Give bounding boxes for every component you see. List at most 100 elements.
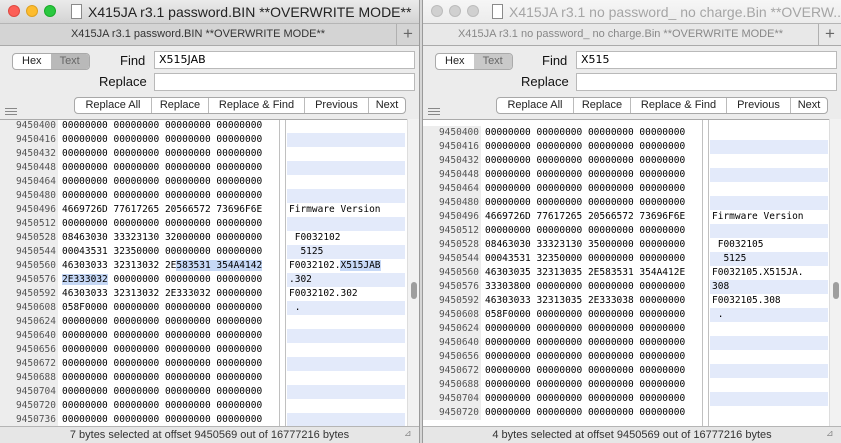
hex-view[interactable]: 9450400 00000000 00000000 00000000 000000… [423,119,829,426]
hex-row[interactable]: 9450672 00000000 00000000 00000000 000000… [423,364,829,378]
hex-bytes[interactable]: 00000000 00000000 00000000 00000000 [62,120,262,133]
vertical-scrollbar[interactable] [407,119,419,426]
find-input[interactable]: X515 [576,51,837,69]
find-input[interactable]: X515JAB [154,51,415,69]
replace-all-button[interactable]: Replace All [497,98,574,113]
ascii-selected[interactable]: X515JAB [340,260,381,271]
next-button[interactable]: Next [369,98,405,113]
hex-row[interactable]: 9450528 08463030 33323130 35000000 000000… [423,238,829,252]
minimize-button[interactable] [26,5,38,17]
hex-row[interactable]: 9450608 058F0000 00000000 00000000 000000… [423,308,829,322]
hex-bytes[interactable]: 00000000 00000000 00000000 00000000 [485,322,685,336]
hex-row[interactable]: 9450448 00000000 00000000 00000000 000000… [0,161,407,175]
replace-all-button[interactable]: Replace All [75,98,152,113]
hex-row[interactable]: 9450464 00000000 00000000 00000000 000000… [0,175,407,189]
hex-row[interactable]: 9450592 46303033 32313032 2E333032 000000… [0,287,407,301]
close-button[interactable] [431,5,443,17]
hex-row[interactable]: 9450720 00000000 00000000 00000000 000000… [0,399,407,413]
hex-row[interactable]: 9450400 00000000 00000000 00000000 000000… [423,126,829,140]
mode-hex-button[interactable]: Hex [436,54,474,69]
menu-lines-icon[interactable] [5,108,17,115]
ascii-text[interactable]: F0032105.308 [712,294,781,308]
hex-bytes[interactable]: 00000000 00000000 00000000 00000000 [62,133,262,147]
hex-row[interactable]: 9450672 00000000 00000000 00000000 000000… [0,357,407,371]
hex-row[interactable]: 9450432 00000000 00000000 00000000 000000… [0,147,407,161]
hex-bytes[interactable]: 00000000 00000000 00000000 00000000 [485,336,685,350]
hex-row[interactable]: 9450640 00000000 00000000 00000000 000000… [0,329,407,343]
hex-bytes[interactable]: 00000000 00000000 00000000 00000000 [62,385,262,399]
hex-bytes[interactable]: 00000000 00000000 00000000 00000000 [62,329,262,343]
scrollbar-thumb[interactable] [833,282,839,299]
hex-row[interactable]: 9450576 2E333032 00000000 00000000 000000… [0,273,407,287]
hex-bytes[interactable]: 00000000 00000000 00000000 00000000 [485,364,685,378]
hex-view[interactable]: 9450400 00000000 00000000 00000000 000000… [0,119,407,426]
hex-bytes[interactable]: 00000000 00000000 00000000 00000000 [62,413,262,426]
resize-grip-icon[interactable]: ⊿ [404,429,413,438]
hex-row[interactable]: 9450400 00000000 00000000 00000000 000000… [0,120,407,133]
hex-bytes[interactable]: 00000000 00000000 00000000 00000000 [485,392,685,406]
title-bar[interactable]: X415JA r3.1 no password_ no charge.Bin *… [423,0,841,24]
hex-row[interactable]: 9450608 058F0000 00000000 00000000 000000… [0,301,407,315]
ascii-text[interactable]: 5125 [289,245,323,259]
close-button[interactable] [8,5,20,17]
hex-row[interactable]: 9450512 00000000 00000000 00000000 000000… [0,217,407,231]
mode-hex-button[interactable]: Hex [13,54,51,69]
hex-row[interactable]: 9450704 00000000 00000000 00000000 000000… [0,385,407,399]
ascii-text[interactable]: F0032105 [712,238,764,252]
hex-bytes[interactable]: 00000000 00000000 00000000 00000000 [62,371,262,385]
hex-row[interactable]: 9450560 46303033 32313032 2E583531 354A41… [0,259,407,273]
hex-bytes[interactable]: 00000000 00000000 00000000 00000000 [485,196,685,210]
hex-row[interactable]: 9450480 00000000 00000000 00000000 000000… [423,196,829,210]
hex-bytes[interactable]: 00000000 00000000 00000000 00000000 [485,350,685,364]
hex-bytes[interactable]: 00000000 00000000 00000000 00000000 [485,140,685,154]
ascii-text[interactable]: . [712,308,724,322]
hex-row[interactable]: 9450576 33303800 00000000 00000000 000000… [423,280,829,294]
new-tab-plus-icon[interactable]: + [819,24,841,45]
hex-row[interactable]: 9450416 00000000 00000000 00000000 000000… [423,140,829,154]
hex-row[interactable]: 9450560 46303035 32313035 2E583531 354A41… [423,266,829,280]
document-tab[interactable]: X415JA r3.1 password.BIN **OVERWRITE MOD… [0,24,397,45]
scrollbar-thumb[interactable] [411,282,417,299]
hex-row[interactable]: 9450656 00000000 00000000 00000000 000000… [0,343,407,357]
hex-bytes[interactable]: 058F0000 00000000 00000000 00000000 [62,301,262,315]
hex-bytes[interactable]: 00000000 00000000 00000000 00000000 [485,126,685,140]
replace-button[interactable]: Replace [574,98,631,113]
hex-bytes[interactable]: 00000000 00000000 00000000 00000000 [62,343,262,357]
hex-row[interactable]: 9450624 00000000 00000000 00000000 000000… [0,315,407,329]
hex-bytes[interactable]: 4669726D 77617265 20566572 73696F6E [62,203,262,217]
hex-row[interactable]: 9450496 4669726D 77617265 20566572 73696F… [0,203,407,217]
hex-row[interactable]: 9450720 00000000 00000000 00000000 000000… [423,406,829,420]
hex-bytes[interactable]: 00000000 00000000 00000000 00000000 [62,315,262,329]
hex-row[interactable]: 9450544 00043531 32350000 00000000 000000… [0,245,407,259]
hex-row[interactable]: 9450464 00000000 00000000 00000000 000000… [423,182,829,196]
replace-input[interactable] [154,73,415,91]
ascii-text[interactable]: F0032102.X515JAB [289,259,381,273]
hex-bytes[interactable]: 00000000 00000000 00000000 00000000 [62,357,262,371]
hex-bytes[interactable]: 00000000 00000000 00000000 00000000 [62,217,262,231]
hex-bytes[interactable]: 00043531 32350000 00000000 00000000 [485,252,685,266]
hex-row[interactable]: 9450656 00000000 00000000 00000000 000000… [423,350,829,364]
vertical-scrollbar[interactable] [829,119,841,426]
ascii-text[interactable]: F0032105.X515JA. [712,266,804,280]
hex-bytes[interactable]: 00000000 00000000 00000000 00000000 [485,182,685,196]
hex-row[interactable]: 9450736 00000000 00000000 00000000 000000… [0,413,407,426]
hex-bytes[interactable]: 33303800 00000000 00000000 00000000 [485,280,685,294]
zoom-button[interactable] [44,5,56,17]
ascii-text[interactable]: 5125 [712,252,746,266]
hex-bytes[interactable]: 00000000 00000000 00000000 00000000 [485,154,685,168]
mode-text-button[interactable]: Text [50,54,89,69]
ascii-text[interactable]: .302 [289,273,312,287]
hex-row[interactable]: 9450528 08463030 33323130 32000000 000000… [0,231,407,245]
previous-button[interactable]: Previous [727,98,791,113]
hex-row[interactable]: 9450624 00000000 00000000 00000000 000000… [423,322,829,336]
hex-row[interactable]: 9450640 00000000 00000000 00000000 000000… [423,336,829,350]
minimize-button[interactable] [449,5,461,17]
replace-input[interactable] [576,73,837,91]
hex-row[interactable]: 9450688 00000000 00000000 00000000 000000… [0,371,407,385]
hex-bytes[interactable]: 46303033 32313035 2E333038 00000000 [485,294,685,308]
hex-bytes[interactable]: 00000000 00000000 00000000 00000000 [62,399,262,413]
hex-bytes[interactable]: 00000000 00000000 00000000 00000000 [485,378,685,392]
hex-bytes[interactable]: 46303033 32313032 2E583531 354A4142 [62,259,263,273]
menu-lines-icon[interactable] [428,108,440,115]
hex-row[interactable]: 9450432 00000000 00000000 00000000 000000… [423,154,829,168]
